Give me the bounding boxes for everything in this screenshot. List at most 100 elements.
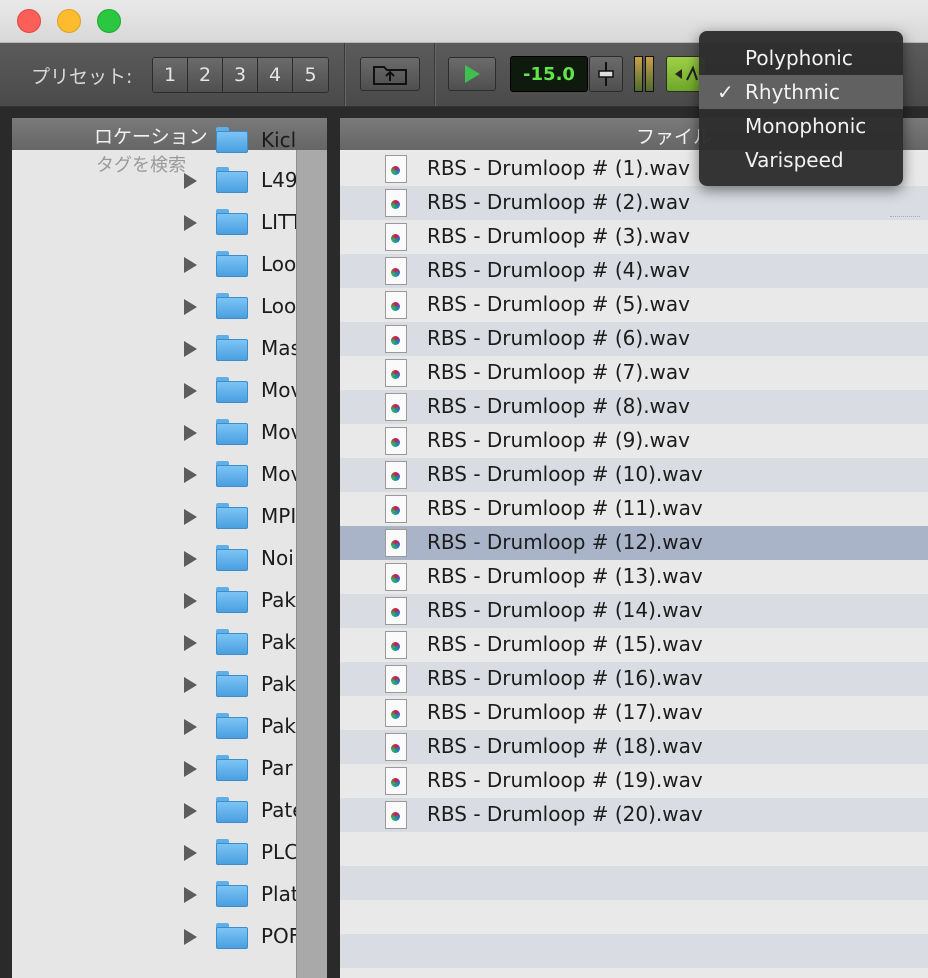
file-row[interactable]: RBS - Drumloop # (8).wav bbox=[340, 390, 928, 424]
disclosure-triangle-icon[interactable] bbox=[184, 425, 197, 441]
folder-row[interactable]: Pak bbox=[12, 580, 296, 622]
file-row[interactable]: RBS - Drumloop # (9).wav bbox=[340, 424, 928, 458]
level-meter-left bbox=[634, 56, 643, 92]
file-name: RBS - Drumloop # (20).wav bbox=[427, 802, 703, 826]
audio-file-icon bbox=[385, 291, 407, 319]
folder-row[interactable]: Noi bbox=[12, 538, 296, 580]
folder-row[interactable]: Mov bbox=[12, 454, 302, 496]
folder-row[interactable]: Mov bbox=[12, 412, 302, 454]
menu-item-varispeed[interactable]: Varispeed bbox=[699, 143, 903, 177]
audio-file-icon bbox=[385, 223, 407, 251]
folder-row[interactable]: LITT bbox=[12, 202, 302, 244]
disclosure-triangle-icon[interactable] bbox=[184, 383, 197, 399]
folder-icon bbox=[216, 167, 248, 193]
disclosure-triangle-icon[interactable] bbox=[184, 887, 197, 903]
disclosure-triangle-icon[interactable] bbox=[184, 761, 197, 777]
disclosure-triangle-icon[interactable] bbox=[184, 551, 197, 567]
file-name: RBS - Drumloop # (4).wav bbox=[427, 258, 691, 282]
folder-icon bbox=[216, 671, 248, 697]
disclosure-triangle-icon[interactable] bbox=[184, 299, 197, 315]
folder-row[interactable]: Loo bbox=[12, 286, 296, 328]
close-button[interactable] bbox=[17, 9, 41, 33]
file-row[interactable]: RBS - Drumloop # (2).wav bbox=[340, 186, 928, 220]
audio-file-icon bbox=[385, 257, 407, 285]
disclosure-triangle-icon[interactable] bbox=[184, 677, 197, 693]
file-list: RBS - Drumloop # (1).wav RBS - Drumloop #… bbox=[340, 152, 928, 978]
file-name: RBS - Drumloop # (18).wav bbox=[427, 734, 703, 758]
audio-file-icon bbox=[385, 189, 407, 217]
file-name: RBS - Drumloop # (19).wav bbox=[427, 768, 703, 792]
folder-row[interactable]: PLC bbox=[12, 832, 298, 874]
file-row[interactable]: RBS - Drumloop # (17).wav bbox=[340, 696, 928, 730]
preset-button-2[interactable]: 2 bbox=[188, 58, 223, 92]
folder-icon bbox=[216, 587, 248, 613]
playback-mode-icon bbox=[675, 65, 698, 81]
disclosure-triangle-icon[interactable] bbox=[184, 467, 197, 483]
folder-icon bbox=[216, 881, 248, 907]
folder-row[interactable]: Mov bbox=[12, 370, 302, 412]
file-row[interactable]: RBS - Drumloop # (6).wav bbox=[340, 322, 928, 356]
file-name: RBS - Drumloop # (1).wav bbox=[427, 156, 691, 180]
disclosure-triangle-icon[interactable] bbox=[184, 845, 197, 861]
file-row[interactable]: RBS - Drumloop # (16).wav bbox=[340, 662, 928, 696]
menu-item-monophonic[interactable]: Monophonic bbox=[699, 109, 903, 143]
folder-row[interactable]: Plat bbox=[12, 874, 299, 916]
play-button[interactable] bbox=[448, 57, 496, 91]
file-row[interactable]: RBS - Drumloop # (15).wav bbox=[340, 628, 928, 662]
folder-name: Pak bbox=[261, 588, 296, 612]
tag-search-field[interactable]: タグを検索 bbox=[96, 151, 186, 177]
disclosure-triangle-icon[interactable] bbox=[184, 803, 197, 819]
locations-scrollbar[interactable] bbox=[296, 150, 327, 978]
file-row[interactable]: RBS - Drumloop # (14).wav bbox=[340, 594, 928, 628]
disclosure-triangle-icon[interactable] bbox=[184, 341, 197, 357]
folder-name: L49 bbox=[261, 168, 298, 192]
disclosure-triangle-icon[interactable] bbox=[184, 635, 197, 651]
file-name: RBS - Drumloop # (2).wav bbox=[427, 190, 691, 214]
volume-fader[interactable] bbox=[589, 56, 623, 92]
folder-row[interactable]: Pak bbox=[12, 622, 296, 664]
folder-row[interactable]: Pak bbox=[12, 664, 296, 706]
folder-row[interactable]: Loo bbox=[12, 244, 296, 286]
audio-file-icon bbox=[385, 733, 407, 761]
folder-row[interactable]: Mas bbox=[12, 328, 301, 370]
file-row[interactable]: RBS - Drumloop # (4).wav bbox=[340, 254, 928, 288]
file-row[interactable]: RBS - Drumloop # (12).wav bbox=[340, 526, 928, 560]
preset-button-5[interactable]: 5 bbox=[293, 58, 328, 92]
folder-name: POF bbox=[261, 924, 301, 948]
folder-name: Par bbox=[261, 756, 293, 780]
file-row[interactable]: RBS - Drumloop # (18).wav bbox=[340, 730, 928, 764]
file-row[interactable]: RBS - Drumloop # (11).wav bbox=[340, 492, 928, 526]
audio-file-icon bbox=[385, 665, 407, 693]
minimize-button[interactable] bbox=[57, 9, 81, 33]
folder-icon bbox=[216, 335, 248, 361]
preset-button-1[interactable]: 1 bbox=[153, 58, 188, 92]
file-row[interactable]: RBS - Drumloop # (20).wav bbox=[340, 798, 928, 832]
preset-button-4[interactable]: 4 bbox=[258, 58, 293, 92]
file-row[interactable]: RBS - Drumloop # (5).wav bbox=[340, 288, 928, 322]
disclosure-triangle-icon[interactable] bbox=[184, 929, 197, 945]
disclosure-triangle-icon[interactable] bbox=[184, 593, 197, 609]
folder-row[interactable]: Pak bbox=[12, 706, 296, 748]
menu-item-rhythmic[interactable]: ✓ Rhythmic bbox=[699, 75, 903, 109]
file-row[interactable]: RBS - Drumloop # (10).wav bbox=[340, 458, 928, 492]
column-resize-grip[interactable] bbox=[890, 216, 920, 221]
play-icon bbox=[465, 65, 480, 83]
menu-item-polyphonic[interactable]: Polyphonic bbox=[699, 41, 903, 75]
zoom-button[interactable] bbox=[97, 9, 121, 33]
file-row[interactable]: RBS - Drumloop # (19).wav bbox=[340, 764, 928, 798]
folder-row[interactable]: MPI bbox=[12, 496, 296, 538]
file-row[interactable]: RBS - Drumloop # (7).wav bbox=[340, 356, 928, 390]
disclosure-triangle-icon[interactable] bbox=[184, 719, 197, 735]
folder-row[interactable]: Pate bbox=[12, 790, 305, 832]
folder-upload-button[interactable] bbox=[360, 57, 420, 91]
preset-button-3[interactable]: 3 bbox=[223, 58, 258, 92]
folder-row[interactable]: POF bbox=[12, 916, 300, 958]
disclosure-triangle-icon[interactable] bbox=[184, 257, 197, 273]
folder-row[interactable]: Par bbox=[12, 748, 296, 790]
audio-file-icon bbox=[385, 529, 407, 557]
folder-icon bbox=[216, 629, 248, 655]
disclosure-triangle-icon[interactable] bbox=[184, 509, 197, 525]
disclosure-triangle-icon[interactable] bbox=[184, 215, 197, 231]
file-row[interactable]: RBS - Drumloop # (3).wav bbox=[340, 220, 928, 254]
file-row[interactable]: RBS - Drumloop # (13).wav bbox=[340, 560, 928, 594]
